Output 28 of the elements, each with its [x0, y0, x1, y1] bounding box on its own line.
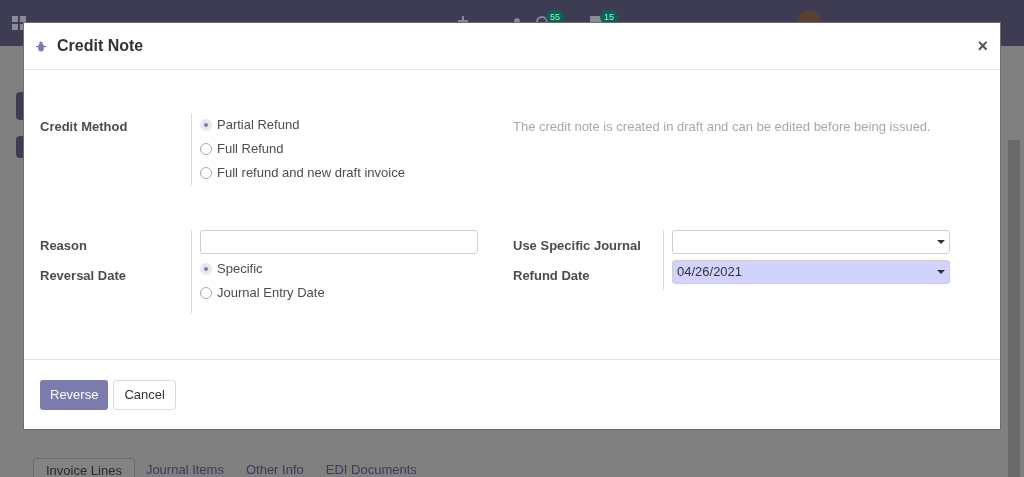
radio-label: Partial Refund — [217, 116, 300, 135]
form-tab[interactable]: EDI Documents — [314, 458, 428, 477]
reverse-button[interactable]: Reverse — [40, 379, 109, 410]
field-label: Refund Date — [513, 267, 591, 285]
radio-label: Journal Entry Date — [217, 284, 325, 303]
help-text: The credit note is created in draft and can be edited before being issued. — [513, 118, 931, 136]
caret-icon — [937, 270, 945, 274]
form-tab[interactable]: Other Info — [234, 458, 315, 477]
dialog-title: Credit Note — [57, 36, 144, 56]
close-button[interactable]: × — [977, 37, 988, 55]
radio-label: Full Refund — [217, 140, 284, 159]
form-tab[interactable]: Invoice Lines — [33, 458, 135, 477]
radio-label: Full refund and new draft invoice — [217, 164, 405, 183]
field-label: Use Specific Journal — [513, 237, 642, 255]
field-label: Reversal Date — [40, 267, 127, 285]
form-tab[interactable]: Journal Items — [134, 458, 235, 477]
date-select[interactable]: 04/26/2021 — [672, 260, 950, 284]
caret-icon — [937, 240, 945, 244]
radio-label: Specific — [217, 260, 263, 279]
reason-field[interactable] — [200, 230, 478, 254]
field-label: Credit Method — [40, 118, 129, 136]
radio-button[interactable] — [200, 287, 212, 299]
radio-button[interactable] — [200, 143, 212, 155]
radio-button[interactable] — [200, 263, 212, 275]
field-label: Reason — [40, 237, 88, 255]
radio-button[interactable] — [200, 119, 212, 131]
cancel-button[interactable]: Cancel — [113, 379, 176, 410]
radio-button[interactable] — [200, 167, 212, 179]
